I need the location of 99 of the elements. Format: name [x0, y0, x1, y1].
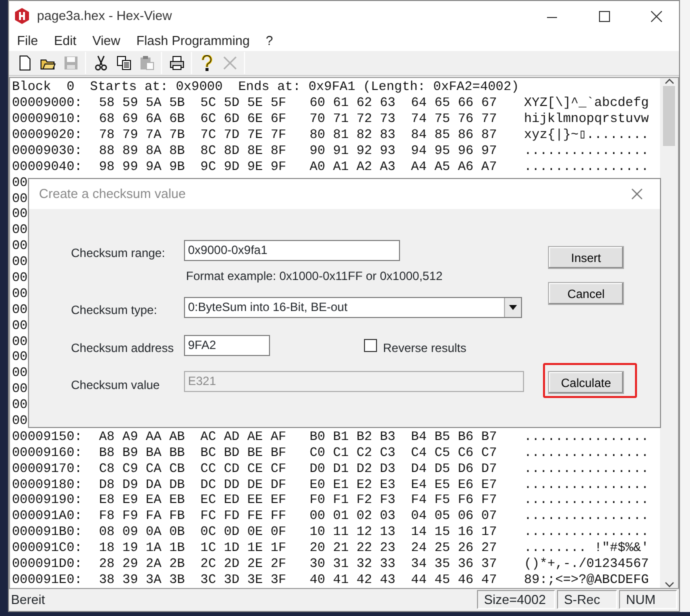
hex-bytes: 08 09 0A 0B 0C 0D 0E 0F 10 11 12 13 14 15 16 17 [99, 524, 497, 540]
row-address: 00 [12, 318, 28, 334]
hex-bytes: 58 59 5A 5B 5C 5D 5E 5F 60 61 62 63 64 65 66 67 [99, 95, 497, 110]
caret-icon [509, 305, 517, 310]
row-address: 00009000: [12, 95, 84, 112]
ascii-text: ()*+,-./01234567 [524, 556, 649, 572]
ascii-text: XYZ[\]^_`abcdefg [524, 95, 649, 112]
maximize-icon[interactable] [598, 10, 610, 22]
hex-bytes: 18 19 1A 1B 1C 1D 1E 1F 20 21 22 23 24 25 26 27 [99, 540, 497, 556]
row-address: 00009190: [12, 492, 84, 508]
address-field[interactable]: 9FA2 [184, 335, 270, 356]
format-hint: Format example: 0x1000-0x11FF or 0x1000,512 [186, 268, 443, 285]
field-label: Checksum address [71, 340, 174, 357]
ascii-text: ................ [524, 476, 649, 492]
row-address: 00009010: [12, 111, 84, 127]
value-field: E321 [184, 371, 524, 392]
window-title: page3a.hex - Hex-View [37, 7, 173, 26]
row-address: 00 [12, 174, 28, 191]
row-address: 00 [12, 302, 28, 318]
row-address: 00 [12, 413, 28, 429]
row-address: 00 [12, 222, 28, 238]
ascii-text: ........ !"#$%&' [524, 540, 649, 556]
row-address: 00 [12, 365, 28, 382]
field-label: Checksum range: [71, 245, 166, 262]
row-address: 00 [12, 286, 28, 302]
ascii-text: ................ [524, 158, 649, 175]
row-address: 00 [12, 349, 28, 366]
hex-bytes: F8 F9 FA FB FC FD FE FF 00 01 02 03 04 05 06 07 [99, 508, 497, 524]
row-address: 00009020: [12, 127, 84, 143]
ascii-text: 89:;<=>?@ABCDEFG [524, 572, 649, 588]
row-address: 000091A0: [12, 508, 84, 524]
type-dropdown[interactable]: 0:ByteSum into 16-Bit, BE-out [184, 297, 522, 318]
row-address: 00 [12, 270, 28, 286]
hex-bytes: 88 89 8A 8B 8C 8D 8E 8F 90 91 92 93 94 95 96 97 [99, 142, 497, 158]
row-address: 00 [12, 206, 28, 222]
ascii-text: ................ [524, 508, 649, 524]
new-file-icon[interactable] [16, 55, 32, 72]
hex-bytes: A8 A9 AA AB AC AD AE AF B0 B1 B2 B3 B4 B5 B6 B7 [99, 428, 497, 444]
ascii-text: ................ [524, 524, 649, 540]
row-address: 00009170: [12, 460, 84, 477]
row-address: 000091D0: [12, 556, 84, 572]
scroll-up-icon[interactable] [664, 78, 674, 84]
status-panel: Size=4002 [477, 590, 555, 610]
field-label: Checksum value [71, 377, 160, 394]
menu-item[interactable]: ? [258, 31, 281, 51]
app-icon [13, 7, 31, 25]
copy-icon[interactable] [116, 55, 132, 72]
scroll-down-icon[interactable] [664, 582, 674, 588]
insert-button[interactable]: Insert [548, 246, 624, 269]
row-address: 00009160: [12, 444, 84, 461]
range-field[interactable]: 0x9000-0x9fa1 [184, 240, 400, 261]
hex-bytes: C8 C9 CA CB CC CD CE CF D0 D1 D2 D3 D4 D5 D6 D7 [99, 460, 497, 476]
row-address: 00009030: [12, 142, 84, 159]
ascii-text: ................ [524, 428, 649, 445]
row-address: 00 [12, 334, 28, 350]
hex-bytes: B8 B9 BA BB BC BD BE BF C0 C1 C2 C3 C4 C5 C6 C7 [99, 444, 497, 460]
ascii-text: ................ [524, 444, 649, 461]
hex-bytes: 78 79 7A 7B 7C 7D 7E 7F 80 81 82 83 84 85 86 87 [99, 127, 497, 142]
hex-bytes: 38 39 3A 3B 3C 3D 3E 3F 40 41 42 43 44 45 46 47 [99, 572, 497, 587]
menu-item[interactable]: Flash Programming [128, 31, 258, 51]
row-address: 000091E0: [12, 572, 84, 588]
status-panel: NUM [619, 590, 677, 610]
menu-item[interactable]: Edit [46, 31, 84, 51]
row-address: 000091C0: [12, 540, 84, 556]
row-address: 000091B0: [12, 524, 84, 540]
row-address: 00 [12, 254, 28, 270]
menu-item[interactable]: View [84, 31, 128, 51]
help-icon[interactable] [198, 55, 214, 72]
row-address: 00 [12, 238, 28, 254]
status-message: Bereit [11, 591, 46, 610]
hex-bytes: E8 E9 EA EB EC ED EE EF F0 F1 F2 F3 F4 F5 F6 F7 [99, 492, 497, 508]
reverse-checkbox[interactable] [364, 339, 377, 352]
close-icon[interactable] [650, 10, 662, 22]
row-address: 00009180: [12, 476, 84, 492]
hex-bytes: 98 99 9A 9B 9C 9D 9E 9F A0 A1 A2 A3 A4 A5 A6 A7 [99, 158, 497, 174]
ascii-text: xyz{|}~▯........ [524, 127, 649, 143]
row-address: 00009040: [12, 158, 84, 175]
row-address: 00 [12, 190, 28, 206]
ascii-text: ................ [524, 142, 649, 159]
field-label: Checksum type: [71, 302, 158, 319]
scissors-icon[interactable] [92, 55, 108, 72]
row-address: 00009150: [12, 428, 84, 445]
menu-item[interactable]: File [9, 31, 46, 51]
printer-icon[interactable] [168, 55, 184, 72]
row-address: 00 [12, 397, 28, 414]
block-header: Block 0 Starts at: 0x9000 Ends at: 0x9FA1 (Length: 0xFA2=4002) [12, 79, 520, 96]
status-panel: S-Rec [557, 590, 617, 610]
dialog-title: Create a checksum value [39, 185, 187, 204]
scroll-thumb[interactable] [663, 86, 675, 146]
row-address: 00 [12, 381, 28, 398]
ascii-text: ................ [524, 492, 649, 508]
cancel-button[interactable]: Cancel [548, 282, 624, 305]
checkbox-label: Reverse results [383, 340, 466, 357]
ascii-text: ................ [524, 460, 649, 477]
ascii-text: hijklmnopqrstuvw [524, 111, 649, 127]
hex-bytes: 68 69 6A 6B 6C 6D 6E 6F 70 71 72 73 74 75 76 77 [99, 111, 497, 126]
hex-bytes: 28 29 2A 2B 2C 2D 2E 2F 30 31 32 33 34 35 36 37 [99, 556, 497, 572]
hex-bytes: D8 D9 DA DB DC DD DE DF E0 E1 E2 E3 E4 E5 E6 E7 [99, 476, 497, 492]
calculate-button[interactable]: Calculate [548, 371, 624, 394]
